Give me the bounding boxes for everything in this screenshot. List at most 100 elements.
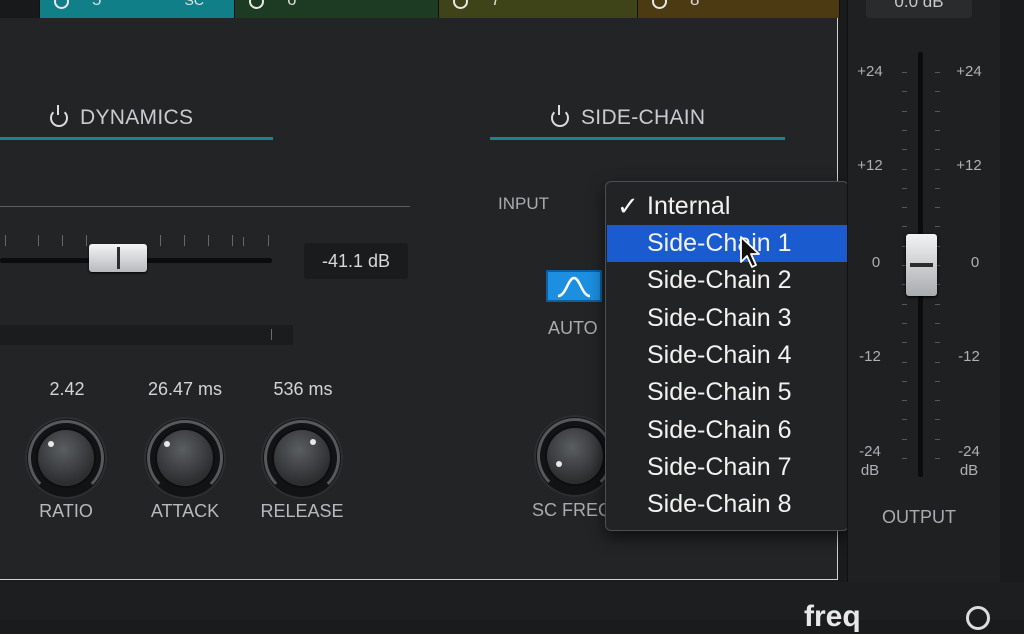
threshold-slider-handle[interactable] (89, 244, 147, 272)
scale-tick (902, 361, 907, 363)
scale-tick (935, 419, 940, 421)
power-icon[interactable] (453, 0, 468, 9)
tab-partial[interactable] (0, 0, 40, 18)
slider-tick (38, 235, 39, 246)
menu-item-side-chain-2[interactable]: Side-Chain 2 (607, 262, 849, 299)
divider (0, 206, 410, 207)
scale-tick (935, 149, 940, 151)
scale-tick (902, 438, 907, 440)
ratio-label: RATIO (39, 501, 93, 521)
menu-item-side-chain-5[interactable]: Side-Chain 5 (607, 374, 849, 411)
menu-item-internal[interactable]: ✓ Internal (607, 188, 849, 225)
tab-channel-7[interactable]: 7 (439, 0, 638, 18)
tab-number: 5 (92, 0, 101, 10)
help-icon[interactable] (966, 606, 990, 630)
output-fader-handle[interactable] (906, 234, 937, 296)
scale-right-zero: 0 (970, 254, 980, 271)
tab-number: 7 (491, 0, 500, 10)
ratio-knob[interactable] (25, 417, 107, 499)
scale-tick (902, 72, 907, 73)
scale-left-zero: 0 (871, 254, 881, 271)
scale-tick (935, 400, 940, 402)
menu-item-side-chain-1[interactable]: Side-Chain 1 (607, 225, 849, 262)
auto-label: AUTO (548, 318, 598, 338)
scale-left-minus24: -24 (859, 443, 881, 460)
power-icon[interactable] (54, 0, 69, 9)
scale-tick (935, 168, 940, 170)
menu-item-side-chain-6[interactable]: Side-Chain 6 (607, 412, 849, 449)
dynamics-power-icon[interactable] (50, 105, 68, 127)
output-label: OUTPUT (882, 507, 956, 527)
output-gain-value[interactable]: 0.0 dB (866, 0, 972, 18)
sc-freq-knob[interactable] (534, 415, 616, 497)
menu-item-side-chain-8[interactable]: Side-Chain 8 (607, 486, 849, 523)
input-label: INPUT (498, 194, 549, 213)
scale-tick (902, 110, 907, 112)
dynamics-title: DYNAMICS (80, 106, 194, 129)
slider-tick (5, 235, 6, 246)
scale-tick (902, 458, 907, 459)
scale-tick (902, 380, 907, 382)
menu-item-side-chain-3[interactable]: Side-Chain 3 (607, 300, 849, 337)
scale-tick (935, 129, 940, 131)
scale-tick (902, 303, 907, 305)
scale-tick (902, 342, 907, 344)
sc-filter-button[interactable] (546, 270, 602, 302)
scale-tick (902, 400, 907, 402)
mouse-cursor-icon (740, 236, 760, 268)
scale-right-unit: dB (959, 462, 979, 479)
sidechain-header[interactable]: SIDE-CHAIN (551, 105, 705, 130)
scale-tick (935, 207, 940, 209)
release-knob[interactable] (261, 417, 343, 499)
scale-tick (902, 91, 907, 93)
slider-tick (62, 235, 63, 246)
scale-tick (935, 187, 940, 189)
slider-tick (184, 235, 185, 246)
power-icon[interactable] (249, 0, 264, 9)
scale-right-plus24: +24 (956, 63, 982, 80)
scale-left-plus12: +12 (857, 157, 883, 174)
sidechain-power-icon[interactable] (551, 105, 569, 127)
menu-item-side-chain-7[interactable]: Side-Chain 7 (607, 449, 849, 486)
scale-tick (902, 226, 907, 228)
slider-tick (243, 237, 244, 246)
sidechain-underline (490, 137, 785, 140)
sc-freq-label: SC FREQ (532, 500, 613, 520)
release-value: 536 ms (273, 379, 333, 399)
scale-tick (935, 110, 940, 112)
dynamics-header[interactable]: DYNAMICS (50, 105, 194, 130)
gain-reduction-meter (0, 325, 293, 345)
scale-tick (935, 438, 940, 440)
scale-tick (935, 226, 940, 228)
release-label: RELEASE (260, 501, 344, 521)
attack-knob[interactable] (144, 417, 226, 499)
tab-channel-8[interactable]: 8 (638, 0, 840, 18)
scale-tick (902, 129, 907, 131)
bandpass-icon (557, 276, 591, 298)
scale-left-plus24: +24 (857, 63, 883, 80)
sidechain-input-dropdown[interactable]: ✓ Internal Side-Chain 1 Side-Chain 2 Sid… (605, 181, 849, 531)
slider-tick (208, 235, 209, 246)
tab-number: 8 (690, 0, 699, 10)
scale-right-minus12: -12 (958, 348, 980, 365)
scale-tick (902, 322, 907, 324)
threshold-value[interactable]: -41.1 dB (304, 243, 408, 279)
footer-bar (0, 582, 1024, 620)
scale-tick (935, 361, 940, 363)
dynamics-underline (0, 137, 273, 140)
channel-tabs: 5 SC 6 7 8 (0, 0, 840, 18)
attack-label: ATTACK (150, 501, 220, 521)
scale-tick (935, 342, 940, 344)
scale-tick (935, 322, 940, 324)
attack-value: 26.47 ms (147, 379, 223, 399)
menu-item-side-chain-4[interactable]: Side-Chain 4 (607, 337, 849, 374)
scale-tick (902, 207, 907, 209)
scale-tick (902, 149, 907, 151)
power-icon[interactable] (652, 0, 667, 9)
slider-tick (232, 235, 233, 246)
tab-channel-6[interactable]: 6 (235, 0, 439, 18)
tab-number: 6 (287, 0, 296, 10)
scale-left-unit: dB (860, 462, 880, 479)
scale-right-minus24: -24 (958, 443, 980, 460)
tab-channel-5[interactable]: 5 SC (40, 0, 235, 18)
